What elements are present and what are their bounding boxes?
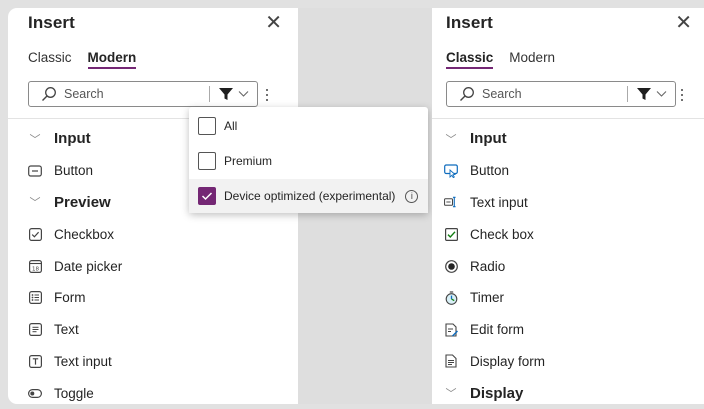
text-input-icon <box>444 195 458 209</box>
checkbox-checked[interactable] <box>198 187 216 205</box>
filter-dropdown: All Premium Device optimized (experiment… <box>189 107 428 213</box>
panel-title: Insert <box>446 13 493 32</box>
tab-list: Classic Modern <box>446 50 555 69</box>
filter-option-device-optimized[interactable]: Device optimized (experimental) i <box>189 179 428 213</box>
item-label: Check box <box>470 226 534 242</box>
list-item-edit-form[interactable]: Edit form <box>432 314 704 346</box>
checkbox[interactable] <box>198 117 216 135</box>
list-item-display-form[interactable]: Display form <box>432 346 704 378</box>
list-item-form[interactable]: Form <box>8 282 298 314</box>
item-label: Toggle <box>54 385 94 401</box>
search-icon <box>41 86 57 102</box>
item-label: Edit form <box>470 322 525 338</box>
toggle-icon <box>28 386 42 400</box>
search-icon <box>459 86 475 102</box>
text-icon <box>28 323 42 337</box>
category-label: Input <box>470 130 507 148</box>
list-item-date-picker[interactable]: 18 Date picker <box>8 250 298 282</box>
item-label: Form <box>54 290 86 306</box>
category-label: Display <box>470 384 524 402</box>
checkbox-icon <box>444 227 458 241</box>
item-label: Radio <box>470 258 506 274</box>
info-icon[interactable]: i <box>405 189 419 203</box>
display-form-icon <box>444 354 458 369</box>
checkmark-icon <box>201 192 213 201</box>
list-item-toggle[interactable]: Toggle <box>8 377 298 404</box>
item-label: Text input <box>54 353 112 369</box>
category-label: Preview <box>54 193 111 211</box>
search-placeholder: Search <box>64 87 104 101</box>
list-item-text-input[interactable]: Text input <box>8 346 298 378</box>
filter-button[interactable] <box>636 86 667 102</box>
tab-classic[interactable]: Classic <box>28 50 72 69</box>
chevron-down-icon <box>238 91 249 97</box>
filter-icon <box>219 88 233 100</box>
control-list: ﹀ Input Button Text input Check box Radio… <box>432 123 704 404</box>
list-item-text[interactable]: Text <box>8 314 298 346</box>
item-label: Display form <box>470 353 546 369</box>
more-options-icon[interactable] <box>266 86 268 104</box>
list-item-button[interactable]: Button <box>432 155 704 187</box>
tab-classic[interactable]: Classic <box>446 50 494 69</box>
item-label: Button <box>470 163 510 179</box>
text-input-icon <box>28 354 42 368</box>
panel-title: Insert <box>28 13 75 32</box>
search-placeholder: Search <box>482 87 522 101</box>
separator <box>209 86 210 102</box>
button-icon <box>444 164 458 178</box>
date-picker-icon: 18 <box>28 259 42 273</box>
checkbox-icon <box>28 227 42 241</box>
svg-text:18: 18 <box>32 266 39 272</box>
insert-panel-classic: Insert ✕ Classic Modern Search ﹀ Input Bu… <box>432 8 704 404</box>
chevron-down-icon: ﹀ <box>445 133 457 146</box>
chevron-down-icon <box>656 91 667 97</box>
divider <box>432 118 704 119</box>
list-item-timer[interactable]: Timer <box>432 282 704 314</box>
search-input[interactable]: Search <box>446 81 676 107</box>
close-icon[interactable]: ✕ <box>265 10 282 35</box>
close-icon[interactable]: ✕ <box>675 10 692 35</box>
category-display[interactable]: ﹀ Display <box>432 377 704 404</box>
option-label: Premium <box>224 154 273 168</box>
button-icon <box>28 164 42 178</box>
chevron-down-icon: ﹀ <box>29 197 41 210</box>
tab-modern[interactable]: Modern <box>509 50 555 69</box>
list-item-check-box[interactable]: Check box <box>432 218 704 250</box>
tab-modern[interactable]: Modern <box>87 50 136 69</box>
option-label: Device optimized (experimental) <box>224 189 396 203</box>
form-icon <box>28 291 42 305</box>
checkbox[interactable] <box>198 152 216 170</box>
item-label: Date picker <box>54 258 123 274</box>
edit-form-icon <box>444 323 458 337</box>
timer-icon <box>444 291 458 305</box>
filter-button[interactable] <box>218 86 249 102</box>
separator <box>627 86 628 102</box>
chevron-down-icon: ﹀ <box>29 133 41 146</box>
list-item-radio[interactable]: Radio <box>432 250 704 282</box>
item-label: Checkbox <box>54 226 115 242</box>
category-label: Input <box>54 130 91 148</box>
category-input[interactable]: ﹀ Input <box>432 123 704 155</box>
item-label: Timer <box>470 290 504 306</box>
filter-icon <box>637 88 651 100</box>
option-label: All <box>224 119 238 133</box>
radio-icon <box>444 259 458 273</box>
item-label: Button <box>54 163 94 179</box>
tab-list: Classic Modern <box>28 50 136 69</box>
list-item-checkbox[interactable]: Checkbox <box>8 218 298 250</box>
filter-option-all[interactable]: All <box>189 109 428 143</box>
search-input[interactable]: Search <box>28 81 258 107</box>
list-item-text-input[interactable]: Text input <box>432 187 704 219</box>
chevron-down-icon: ﹀ <box>445 388 457 401</box>
filter-option-premium[interactable]: Premium <box>189 144 428 178</box>
item-label: Text input <box>470 194 528 210</box>
more-options-icon[interactable] <box>681 86 683 104</box>
item-label: Text <box>54 322 79 338</box>
